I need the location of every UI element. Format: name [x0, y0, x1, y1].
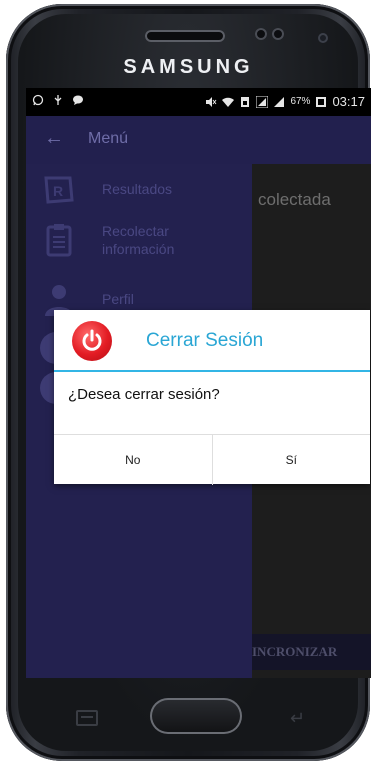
proximity-sensor — [255, 28, 267, 40]
wifi-icon — [222, 97, 235, 107]
whatsapp-icon — [32, 94, 44, 106]
dialog-actions: No Sí — [54, 434, 370, 485]
dialog-header: Cerrar Sesión — [54, 310, 370, 370]
dialog-divider — [54, 370, 370, 372]
app-bar-title: Menú — [88, 130, 129, 147]
drawer-item-recolectar[interactable]: Recolectar información — [42, 222, 212, 258]
clock: 03:17 — [332, 94, 365, 109]
sim-icon — [241, 96, 250, 107]
status-system: 67% 03:17 — [205, 94, 365, 109]
back-key-icon[interactable]: ↵ — [290, 708, 305, 729]
front-camera — [318, 33, 328, 43]
drawer-item-resultados[interactable]: R Resultados — [42, 172, 172, 206]
dialog-message: ¿Desea cerrar sesión? — [68, 386, 220, 403]
phone-screen: 67% 03:17 ← Menú colectada INCRONIZAR R … — [26, 88, 371, 678]
logout-dialog: Cerrar Sesión ¿Desea cerrar sesión? No S… — [54, 310, 370, 485]
arrow-left-icon[interactable]: ← — [44, 127, 64, 150]
svg-text:R: R — [53, 183, 63, 199]
status-notifications — [32, 94, 84, 106]
home-button[interactable] — [150, 698, 242, 734]
sync-button[interactable]: INCRONIZAR — [252, 634, 371, 670]
menu-key-icon[interactable] — [76, 710, 98, 726]
background-text: colectada — [258, 190, 331, 209]
signal-icon-1 — [256, 95, 269, 108]
mute-icon — [206, 96, 217, 107]
yes-button[interactable]: Sí — [211, 435, 371, 485]
battery-percent: 67% — [290, 96, 311, 107]
battery-icon — [316, 96, 327, 107]
app-bar: ← Menú — [26, 116, 371, 164]
drawer-item-label: Perfil — [102, 291, 134, 307]
drawer-item-label: Resultados — [102, 181, 173, 197]
light-sensor — [272, 28, 284, 40]
earpiece-speaker — [145, 30, 225, 42]
no-button[interactable]: No — [54, 435, 212, 485]
dialog-title: Cerrar Sesión — [146, 330, 264, 351]
power-icon — [72, 321, 112, 361]
status-bar: 67% 03:17 — [26, 88, 371, 116]
clipboard-icon — [46, 224, 72, 257]
chat-icon — [73, 95, 83, 105]
brand-logo: SAMSUNG — [123, 56, 254, 78]
signal-icon-2 — [274, 96, 285, 107]
results-icon: R — [44, 176, 74, 204]
usb-icon — [54, 95, 62, 105]
drawer-item-label: Recolectar información — [102, 223, 175, 257]
